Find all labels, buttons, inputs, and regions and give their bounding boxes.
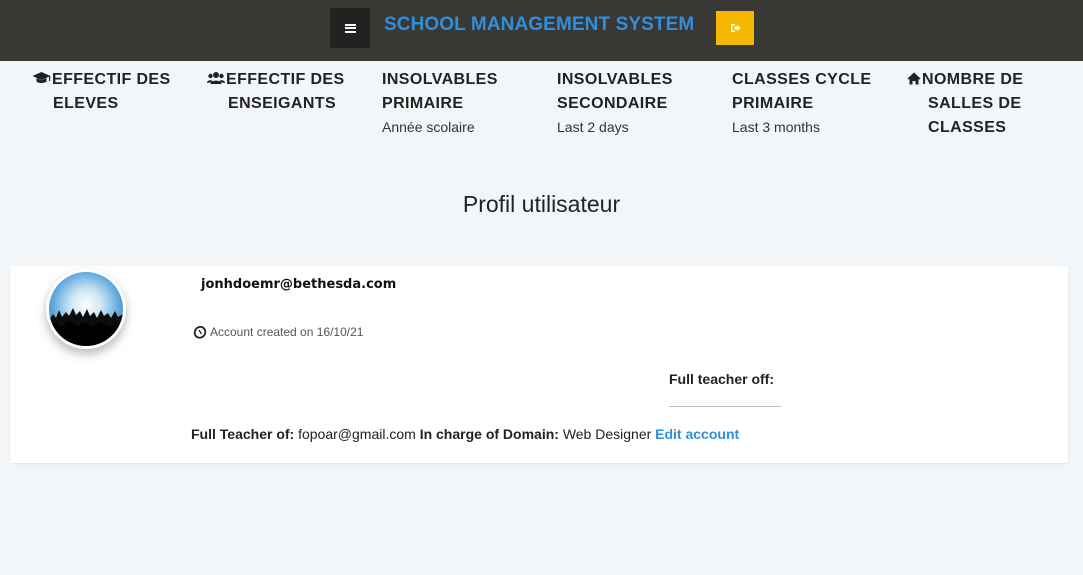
- full-teacher-of-label: Full Teacher of:: [191, 426, 295, 442]
- clock-icon: [193, 325, 207, 339]
- stat-title: INSOLVABLES PRIMAIRE: [382, 71, 498, 112]
- stat-subtitle: Last 3 months: [732, 119, 820, 135]
- stat-classes-cycle-primaire[interactable]: CLASSES CYCLE PRIMAIRE Last 3 months: [732, 68, 902, 135]
- home-icon: [907, 72, 921, 85]
- domain-value: Web Designer: [562, 426, 652, 442]
- account-created: Account created on 16/10/21: [193, 325, 363, 339]
- stat-title: NOMBRE DE SALLES DE CLASSES: [907, 68, 1077, 140]
- stat-subtitle: Année scolaire: [382, 119, 475, 135]
- avatar[interactable]: [46, 269, 126, 349]
- stat-title: EFFECTIF DES ENSEIGANTS: [207, 68, 377, 116]
- menu-toggle-button[interactable]: [330, 8, 370, 48]
- account-created-text: Account created on 16/10/21: [210, 325, 364, 339]
- top-navbar: SCHOOL MANAGEMENT SYSTEM: [0, 0, 1083, 61]
- stat-title: CLASSES CYCLE PRIMAIRE: [732, 71, 872, 112]
- domain-label: In charge of Domain:: [419, 426, 559, 442]
- profile-card: jonhdoemr@bethesda.com Account created o…: [10, 266, 1068, 463]
- graduation-cap-icon: [32, 72, 51, 83]
- stat-insolvables-secondaire[interactable]: INSOLVABLES SECONDAIRE Last 2 days: [557, 68, 727, 135]
- users-icon: [207, 72, 225, 84]
- stat-effectif-enseignants[interactable]: EFFECTIF DES ENSEIGANTS: [207, 68, 377, 116]
- sign-out-icon: [730, 24, 740, 32]
- stat-title: EFFECTIF DES ELEVES: [32, 68, 202, 116]
- profile-details: Full Teacher of: fopoar@gmail.com In cha…: [191, 426, 739, 442]
- stat-nombre-salles[interactable]: NOMBRE DE SALLES DE CLASSES: [907, 68, 1077, 140]
- logout-button[interactable]: [716, 11, 754, 45]
- page-title: Profil utilisateur: [462, 191, 621, 217]
- bars-icon: [344, 23, 356, 33]
- stat-insolvables-primaire[interactable]: INSOLVABLES PRIMAIRE Année scolaire: [382, 68, 552, 135]
- full-teacher-of-value: fopoar@gmail.com: [298, 426, 416, 442]
- stat-subtitle: Last 2 days: [557, 119, 629, 135]
- edit-account-link[interactable]: Edit account: [655, 426, 739, 442]
- divider: [669, 406, 781, 407]
- app-title[interactable]: SCHOOL MANAGEMENT SYSTEM: [384, 14, 694, 36]
- stat-effectif-eleves[interactable]: EFFECTIF DES ELEVES: [32, 68, 202, 116]
- full-teacher-off-label: Full teacher off:: [669, 371, 775, 387]
- avatar-image: [49, 272, 123, 346]
- stat-title: INSOLVABLES SECONDAIRE: [557, 71, 673, 112]
- user-email: jonhdoemr@bethesda.com: [201, 277, 397, 292]
